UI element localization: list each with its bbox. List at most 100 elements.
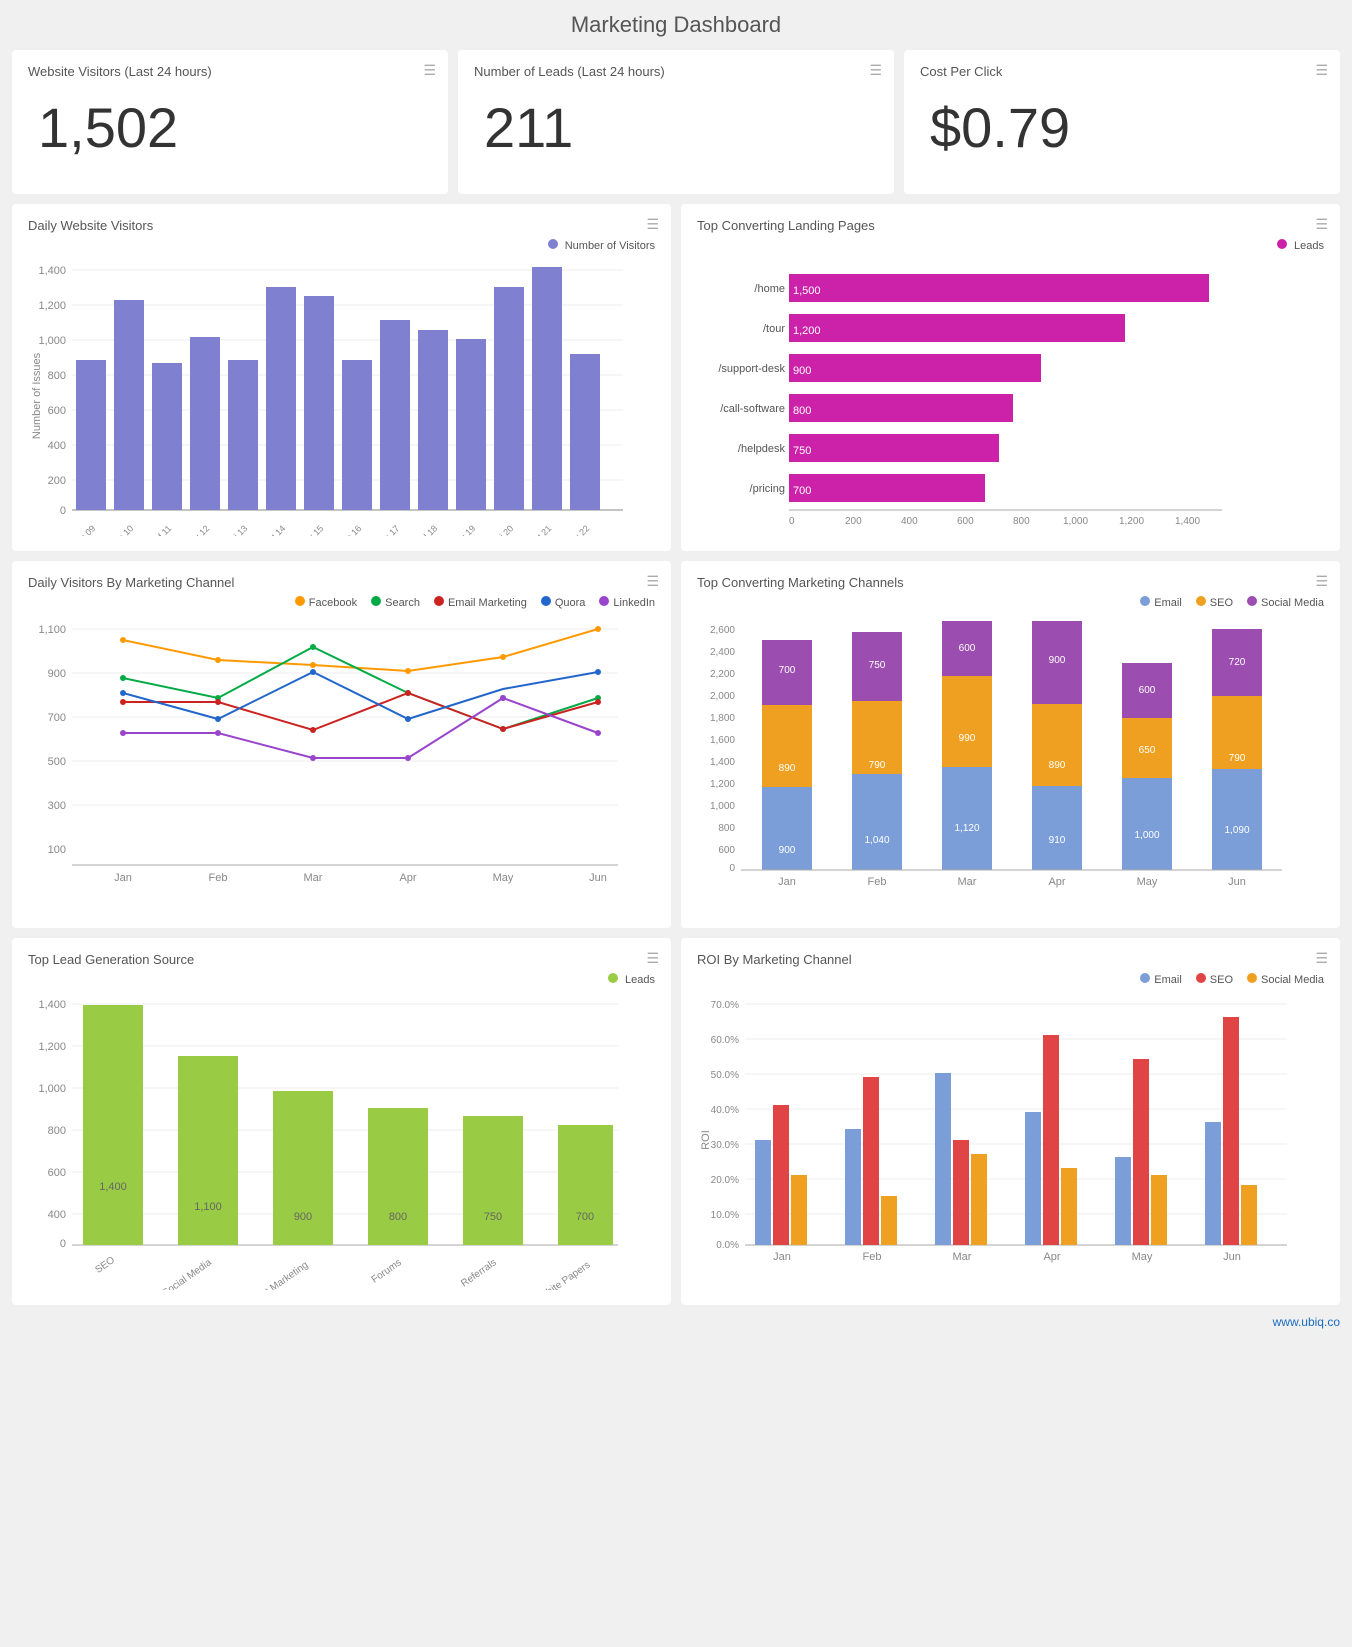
svg-text:720: 720 [1229, 657, 1246, 668]
svg-text:900: 900 [1049, 655, 1066, 666]
svg-text:990: 990 [959, 733, 976, 744]
lead-sources-chart: 1,400 1,200 1,000 800 600 400 0 1,400 1,… [28, 990, 628, 1290]
svg-text:1,400: 1,400 [1175, 516, 1200, 527]
svg-text:1,800: 1,800 [710, 713, 735, 724]
kpi-cpc-menu[interactable]: ☰ [1315, 62, 1328, 79]
daily-visitors-card: Daily Website Visitors ☰ Number of Visit… [12, 204, 671, 551]
kpi-leads-menu[interactable]: ☰ [869, 62, 882, 79]
channel-visitors-menu[interactable]: ☰ [646, 573, 659, 590]
row-2: Daily Website Visitors ☰ Number of Visit… [12, 204, 1340, 551]
svg-text:750: 750 [869, 660, 886, 671]
roi-title: ROI By Marketing Channel [697, 952, 1324, 967]
svg-text:Thu 12: Thu 12 [184, 523, 211, 536]
svg-text:800: 800 [1013, 516, 1030, 527]
svg-text:60.0%: 60.0% [711, 1035, 739, 1046]
svg-text:910: 910 [1049, 835, 1066, 846]
svg-text:1,000: 1,000 [1134, 830, 1159, 841]
lead-sources-title: Top Lead Generation Source [28, 952, 655, 967]
landing-pages-chart: /home /tour /support-desk /call-software… [697, 256, 1297, 536]
svg-text:Apr: Apr [399, 872, 416, 884]
svg-text:70.0%: 70.0% [711, 1000, 739, 1011]
svg-text:1,200: 1,200 [1119, 516, 1144, 527]
lead-sources-card: Top Lead Generation Source ☰ Leads 1,400… [12, 938, 671, 1305]
kpi-visitors-label: Website Visitors (Last 24 hours) [28, 64, 432, 79]
svg-text:/home: /home [754, 283, 785, 295]
svg-text:Forums: Forums [370, 1257, 404, 1285]
roi-menu[interactable]: ☰ [1315, 950, 1328, 967]
svg-text:600: 600 [1139, 685, 1156, 696]
svg-text:Apr: Apr [1048, 876, 1065, 888]
kpi-card-visitors: Website Visitors (Last 24 hours) ☰ 1,502 [12, 50, 448, 194]
top-channels-menu[interactable]: ☰ [1315, 573, 1328, 590]
svg-text:1,120: 1,120 [954, 823, 979, 834]
svg-text:Fri 20: Fri 20 [492, 523, 515, 536]
lead-sources-menu[interactable]: ☰ [646, 950, 659, 967]
svg-text:/support-desk: /support-desk [718, 363, 785, 375]
svg-text:Mar 15: Mar 15 [298, 523, 325, 536]
svg-text:600: 600 [959, 643, 976, 654]
legend-email-roi: Email [1140, 973, 1182, 986]
svg-text:600: 600 [957, 516, 974, 527]
svg-text:700: 700 [793, 485, 811, 497]
daily-visitors-menu[interactable]: ☰ [646, 216, 659, 233]
channel-visitors-chart: 1,100 900 700 500 300 100 Jan Feb Mar Ap… [28, 613, 628, 913]
svg-text:1,090: 1,090 [1224, 825, 1249, 836]
top-channels-chart: 2,600 2,400 2,200 2,000 1,800 1,600 1,40… [697, 613, 1297, 913]
kpi-visitors-value: 1,502 [28, 85, 432, 180]
svg-text:800: 800 [48, 1125, 66, 1137]
svg-text:SEO: SEO [93, 1255, 117, 1276]
svg-text:Mar: Mar [304, 872, 323, 884]
svg-text:10.0%: 10.0% [711, 1210, 739, 1221]
legend-email: Email Marketing [434, 596, 527, 609]
svg-text:May: May [493, 872, 514, 884]
svg-text:200: 200 [48, 475, 66, 487]
kpi-card-leads: Number of Leads (Last 24 hours) ☰ 211 [458, 50, 894, 194]
landing-pages-title: Top Converting Landing Pages [697, 218, 1324, 233]
svg-text:/pricing: /pricing [750, 483, 785, 495]
svg-text:30.0%: 30.0% [711, 1140, 739, 1151]
svg-text:800: 800 [48, 370, 66, 382]
svg-text:200: 200 [845, 516, 862, 527]
svg-text:/tour: /tour [763, 323, 785, 335]
svg-text:890: 890 [779, 763, 796, 774]
kpi-visitors-menu[interactable]: ☰ [423, 62, 436, 79]
svg-text:700: 700 [576, 1211, 594, 1223]
channel-visitors-card: Daily Visitors By Marketing Channel ☰ Fa… [12, 561, 671, 928]
top-channels-card: Top Converting Marketing Channels ☰ Emai… [681, 561, 1340, 928]
svg-text:Feb: Feb [209, 872, 228, 884]
svg-text:900: 900 [294, 1211, 312, 1223]
svg-text:890: 890 [1049, 760, 1066, 771]
svg-text:300: 300 [48, 800, 66, 812]
svg-text:800: 800 [793, 405, 811, 417]
svg-text:Feb: Feb [868, 876, 887, 888]
svg-text:/call-software: /call-software [720, 403, 785, 415]
landing-pages-menu[interactable]: ☰ [1315, 216, 1328, 233]
kpi-cpc-value: $0.79 [920, 85, 1324, 180]
daily-visitors-legend: Number of Visitors [548, 239, 655, 252]
svg-text:Jan: Jan [773, 1251, 791, 1263]
svg-text:40.0%: 40.0% [711, 1105, 739, 1116]
landing-pages-legend: Leads [1277, 239, 1324, 252]
top-channels-title: Top Converting Marketing Channels [697, 575, 1324, 590]
svg-text:White Papers: White Papers [537, 1260, 592, 1290]
svg-text:Content Marketing: Content Marketing [237, 1260, 310, 1290]
legend-seo-roi: SEO [1196, 973, 1233, 986]
svg-text:/helpdesk: /helpdesk [738, 443, 786, 455]
svg-text:800: 800 [389, 1211, 407, 1223]
svg-text:1,400: 1,400 [38, 265, 66, 277]
svg-text:700: 700 [779, 665, 796, 676]
svg-text:600: 600 [48, 405, 66, 417]
svg-text:1,000: 1,000 [1063, 516, 1088, 527]
svg-text:Mar 22: Mar 22 [564, 523, 591, 536]
row-3: Daily Visitors By Marketing Channel ☰ Fa… [12, 561, 1340, 928]
svg-text:ROI: ROI [700, 1130, 712, 1150]
svg-text:0: 0 [60, 505, 66, 517]
svg-text:1,400: 1,400 [38, 999, 66, 1011]
svg-text:Fri 13: Fri 13 [226, 523, 249, 536]
kpi-leads-value: 211 [474, 85, 878, 180]
svg-text:0: 0 [789, 516, 795, 527]
svg-text:Referrals: Referrals [459, 1257, 499, 1289]
kpi-card-cpc: Cost Per Click ☰ $0.79 [904, 50, 1340, 194]
kpi-row: Website Visitors (Last 24 hours) ☰ 1,502… [12, 50, 1340, 194]
svg-text:900: 900 [48, 668, 66, 680]
